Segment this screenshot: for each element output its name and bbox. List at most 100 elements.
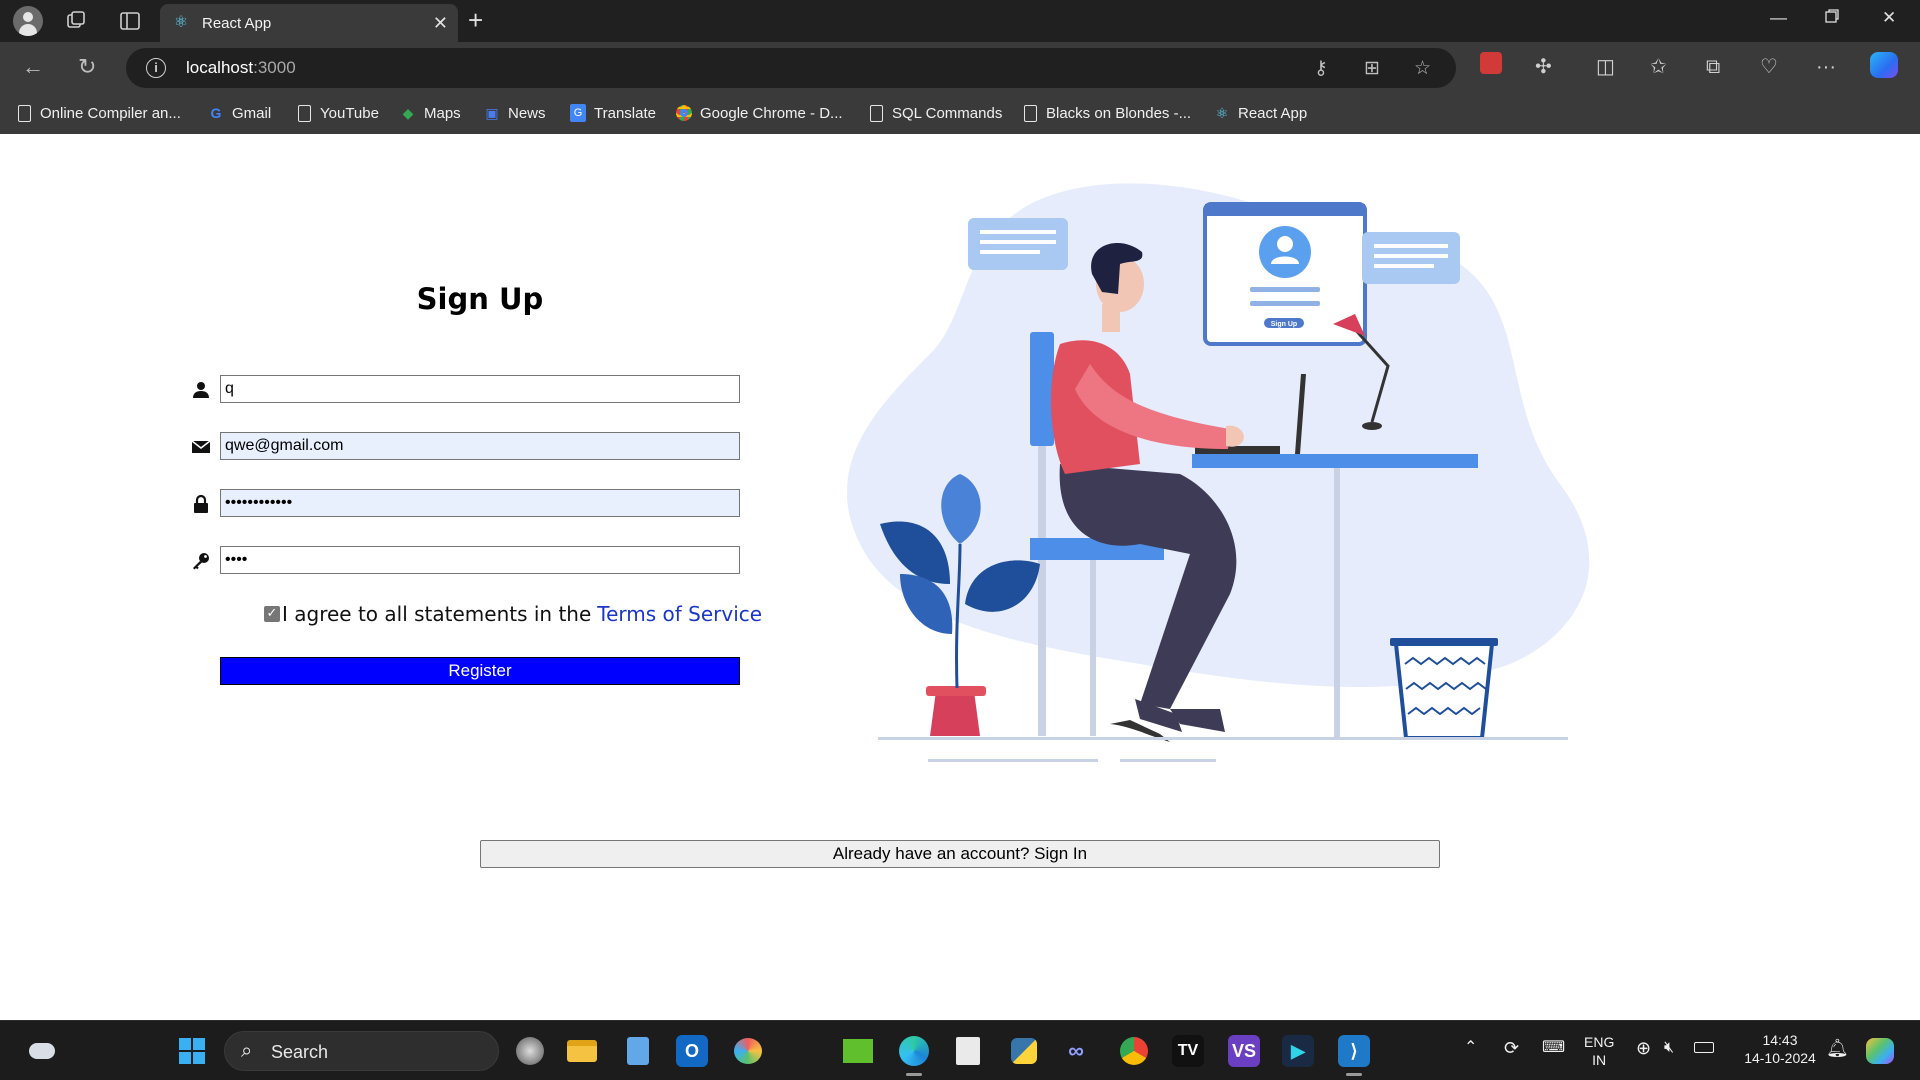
- favorite-star-icon[interactable]: ☆: [1414, 57, 1431, 80]
- notepad-icon[interactable]: [622, 1035, 654, 1067]
- visual-studio-icon[interactable]: VS: [1228, 1035, 1260, 1067]
- sign-in-button[interactable]: Already have an account? Sign In: [480, 840, 1440, 868]
- bookmark-item[interactable]: Google Chrome - D...: [676, 104, 843, 122]
- browser-tab-active[interactable]: ⚛ React App ✕: [160, 4, 458, 42]
- envelope-icon: [190, 436, 212, 458]
- restore-icon[interactable]: [1824, 8, 1840, 29]
- copilot-taskbar-icon[interactable]: [1864, 1035, 1896, 1067]
- battery-icon[interactable]: [1694, 1039, 1714, 1053]
- weather-icon[interactable]: [26, 1035, 58, 1067]
- close-window-icon[interactable]: ✕: [1882, 8, 1896, 28]
- split-screen-icon[interactable]: ◫: [1596, 54, 1615, 80]
- browser-essentials-icon[interactable]: ♡: [1760, 54, 1778, 80]
- terms-checkbox[interactable]: ✓: [264, 606, 280, 622]
- site-info-icon[interactable]: i: [146, 58, 166, 78]
- bookmark-label: Blacks on Blondes -...: [1046, 104, 1192, 122]
- bookmark-label: YouTube: [320, 104, 379, 122]
- bookmark-label: Translate: [594, 104, 656, 122]
- password-key-icon[interactable]: ⚷: [1314, 57, 1328, 80]
- edge-icon[interactable]: [898, 1035, 930, 1067]
- document-icon: [1022, 104, 1038, 122]
- refresh-icon[interactable]: ↻: [78, 54, 96, 80]
- vscode-icon[interactable]: ⟩: [1338, 1035, 1370, 1067]
- bookmark-item[interactable]: Online Compiler an...: [16, 104, 181, 122]
- register-button[interactable]: Register: [220, 657, 740, 685]
- bookmark-label: SQL Commands: [892, 104, 1003, 122]
- edge-active-indicator: [906, 1073, 922, 1076]
- page-title: Sign Up: [416, 282, 544, 316]
- language-indicator[interactable]: ENG IN: [1584, 1033, 1614, 1069]
- bookmark-item[interactable]: YouTube: [296, 104, 379, 122]
- browser-title-bar: ⚛ React App ✕ + — ✕: [0, 0, 1920, 42]
- workspaces-icon[interactable]: [62, 7, 90, 35]
- tradingview-icon[interactable]: TV: [1172, 1035, 1204, 1067]
- windows-start-icon[interactable]: [176, 1035, 208, 1067]
- search-icon: ⌕: [241, 1040, 253, 1062]
- region-code: IN: [1592, 1052, 1607, 1068]
- copilot-orb-icon[interactable]: [514, 1035, 546, 1067]
- terms-of-service-link[interactable]: Terms of Service: [597, 602, 762, 626]
- extension-red-icon[interactable]: [1480, 52, 1502, 74]
- volume-muted-icon[interactable]: 🔇︎: [1664, 1039, 1674, 1057]
- clock[interactable]: 14:43 14-10-2024: [1740, 1031, 1820, 1067]
- bookmark-item[interactable]: ⚛ React App: [1214, 104, 1308, 122]
- search-label: Search: [271, 1042, 329, 1062]
- password-input[interactable]: [220, 489, 740, 517]
- document-icon: [868, 104, 884, 122]
- sync-icon[interactable]: ⟳: [1504, 1039, 1519, 1057]
- bookmark-item[interactable]: SQL Commands: [868, 104, 1002, 122]
- tab-close-icon[interactable]: ✕: [433, 13, 448, 33]
- confirm-password-input[interactable]: [220, 546, 740, 574]
- url-text[interactable]: localhost:3000: [186, 58, 296, 78]
- address-bar[interactable]: i localhost:3000 ⚷ ⊞ ☆: [126, 48, 1456, 88]
- keyboard-icon[interactable]: ⌨: [1542, 1039, 1565, 1057]
- news-icon: ▣: [485, 104, 499, 121]
- react-icon: ⚛: [173, 14, 189, 31]
- chrome-taskbar-icon[interactable]: [1118, 1035, 1150, 1067]
- document-icon: [16, 104, 32, 122]
- new-tab-icon[interactable]: +: [468, 6, 483, 34]
- bookmark-item[interactable]: G Translate: [570, 104, 656, 122]
- bookmark-item[interactable]: ◆ Maps: [400, 104, 461, 122]
- maps-icon: ◆: [402, 104, 414, 121]
- back-arrow-icon[interactable]: ←: [22, 54, 44, 80]
- bookmark-label: React App: [1238, 104, 1308, 122]
- bookmark-item[interactable]: G Gmail: [208, 104, 272, 122]
- outlook-icon[interactable]: O: [676, 1035, 708, 1067]
- collections-icon[interactable]: ⧉: [1706, 54, 1720, 80]
- email-input[interactable]: [220, 432, 740, 460]
- document-app-icon[interactable]: [952, 1035, 984, 1067]
- web-page: Sign Up ✓ I agree to all statements in t…: [0, 134, 1920, 1020]
- vertical-tabs-icon[interactable]: [116, 7, 144, 35]
- url-host: localhost: [186, 58, 254, 77]
- green-app-icon[interactable]: [842, 1035, 874, 1067]
- bookmark-item[interactable]: Blacks on Blondes -...: [1022, 104, 1191, 122]
- navigation-bar: ← ↻ i localhost:3000 ⚷ ⊞ ☆ ✣ ◫ ✩ ⧉ ♡ ···: [0, 42, 1920, 94]
- url-port: :3000: [253, 58, 296, 77]
- paint-icon[interactable]: [732, 1035, 764, 1067]
- illustration-signup-label: Sign Up: [1271, 321, 1297, 328]
- network-icon[interactable]: ⊕: [1636, 1039, 1651, 1057]
- file-explorer-icon[interactable]: [566, 1035, 598, 1067]
- key-icon: [190, 550, 212, 572]
- google-icon: G: [210, 105, 222, 121]
- more-options-icon[interactable]: ···: [1816, 54, 1836, 80]
- bookmark-item[interactable]: ▣ News: [484, 104, 545, 122]
- bookmarks-bar: Online Compiler an... G Gmail YouTube ◆ …: [0, 94, 1920, 134]
- minimize-icon[interactable]: —: [1770, 8, 1787, 28]
- copilot-icon[interactable]: [1870, 52, 1898, 78]
- taskbar-search[interactable]: ⌕ Search: [224, 1031, 499, 1071]
- bookmark-label: Gmail: [232, 104, 272, 122]
- tray-overflow-icon[interactable]: ⌃: [1464, 1039, 1477, 1057]
- favorites-icon[interactable]: ✩: [1650, 54, 1667, 80]
- name-input[interactable]: [220, 375, 740, 403]
- python-icon[interactable]: [1008, 1035, 1040, 1067]
- terminal-app-icon[interactable]: ▶: [1282, 1035, 1314, 1067]
- email-field-row: [190, 432, 750, 462]
- notification-bell-icon[interactable]: 🔔︎: [1826, 1039, 1849, 1057]
- app-available-icon[interactable]: ⊞: [1364, 57, 1380, 80]
- infinity-app-icon[interactable]: ∞: [1060, 1035, 1092, 1067]
- profile-avatar-icon[interactable]: [13, 6, 43, 36]
- password-field-row: [190, 489, 750, 519]
- extensions-puzzle-icon[interactable]: ✣: [1535, 54, 1552, 80]
